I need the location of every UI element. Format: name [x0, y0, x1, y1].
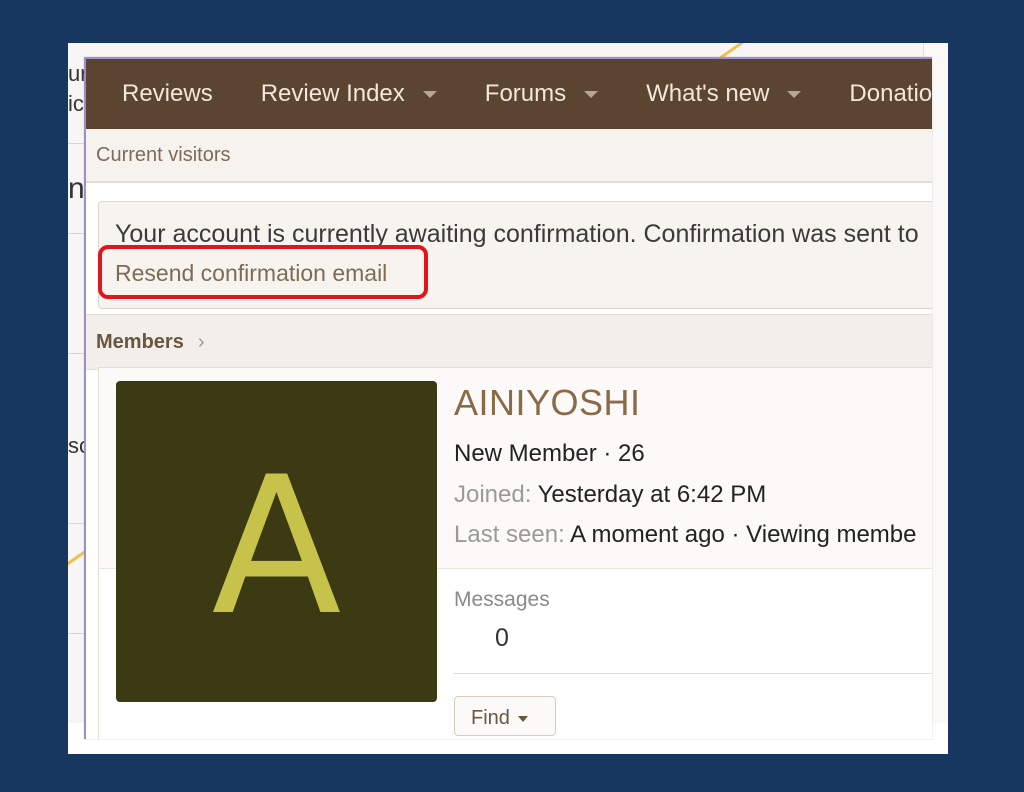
last-seen-value: A moment ago · Viewing membe — [570, 521, 917, 548]
background-edge-text: n — [68, 172, 85, 205]
last-seen-row: Last seen: A moment ago · Viewing membe — [454, 521, 917, 549]
background-divider — [68, 523, 84, 524]
resend-confirmation-link[interactable]: Resend confirmation email — [115, 260, 387, 287]
screenshot-frame: ur ic n sc Reviews Review Index Forums W… — [68, 43, 948, 754]
nav-item-label: Reviews — [122, 80, 213, 107]
browser-window: Reviews Review Index Forums What's new D… — [84, 57, 932, 739]
breadcrumb-members[interactable]: Members — [96, 331, 184, 354]
avatar-letter: A — [211, 435, 342, 657]
nav-item-label: What's new — [646, 80, 770, 107]
sub-navbar: Current visitors — [86, 129, 932, 183]
notice-message: Your account is currently awaiting confi… — [115, 220, 919, 248]
messages-count[interactable]: 0 — [495, 624, 509, 653]
account-confirmation-notice: Your account is currently awaiting confi… — [98, 201, 932, 309]
nav-item-forums[interactable]: Forums — [467, 59, 628, 129]
joined-value: Yesterday at 6:42 PM — [537, 481, 767, 508]
member-profile-card: A AINIYOSHI New Member · 26 Joined: Yest… — [98, 367, 932, 739]
background-divider — [68, 143, 84, 144]
main-navbar: Reviews Review Index Forums What's new D… — [86, 59, 932, 129]
nav-item-donations[interactable]: Donatio — [831, 59, 932, 129]
joined-row: Joined: Yesterday at 6:42 PM — [454, 481, 766, 509]
nav-item-reviews[interactable]: Reviews — [86, 59, 243, 129]
find-button[interactable]: Find — [454, 696, 556, 736]
profile-username: AINIYOSHI — [454, 382, 641, 423]
nav-item-label: Forums — [484, 80, 567, 107]
caret-down-icon — [517, 715, 528, 722]
messages-label: Messages — [454, 588, 550, 611]
chevron-down-icon[interactable] — [584, 90, 599, 98]
nav-item-label: Donatio — [849, 80, 932, 107]
profile-divider — [454, 673, 932, 674]
chevron-right-icon: › — [197, 330, 205, 353]
nav-item-whats-new[interactable]: What's new — [628, 59, 831, 129]
breadcrumb: Members › — [86, 314, 932, 370]
current-visitors-link[interactable]: Current visitors — [96, 144, 230, 167]
avatar[interactable]: A — [116, 381, 437, 702]
find-button-label: Find — [471, 707, 510, 729]
nav-item-review-index[interactable]: Review Index — [243, 59, 467, 129]
member-title-line: New Member · 26 — [454, 440, 645, 467]
chevron-down-icon[interactable] — [422, 90, 437, 98]
last-seen-label: Last seen: — [454, 521, 565, 548]
background-divider — [68, 233, 84, 234]
joined-label: Joined: — [454, 481, 532, 508]
chevron-down-icon[interactable] — [787, 90, 802, 98]
background-edge-text: ic — [68, 91, 84, 116]
background-divider — [68, 633, 84, 634]
background-divider — [68, 353, 84, 354]
nav-item-label: Review Index — [260, 80, 405, 107]
